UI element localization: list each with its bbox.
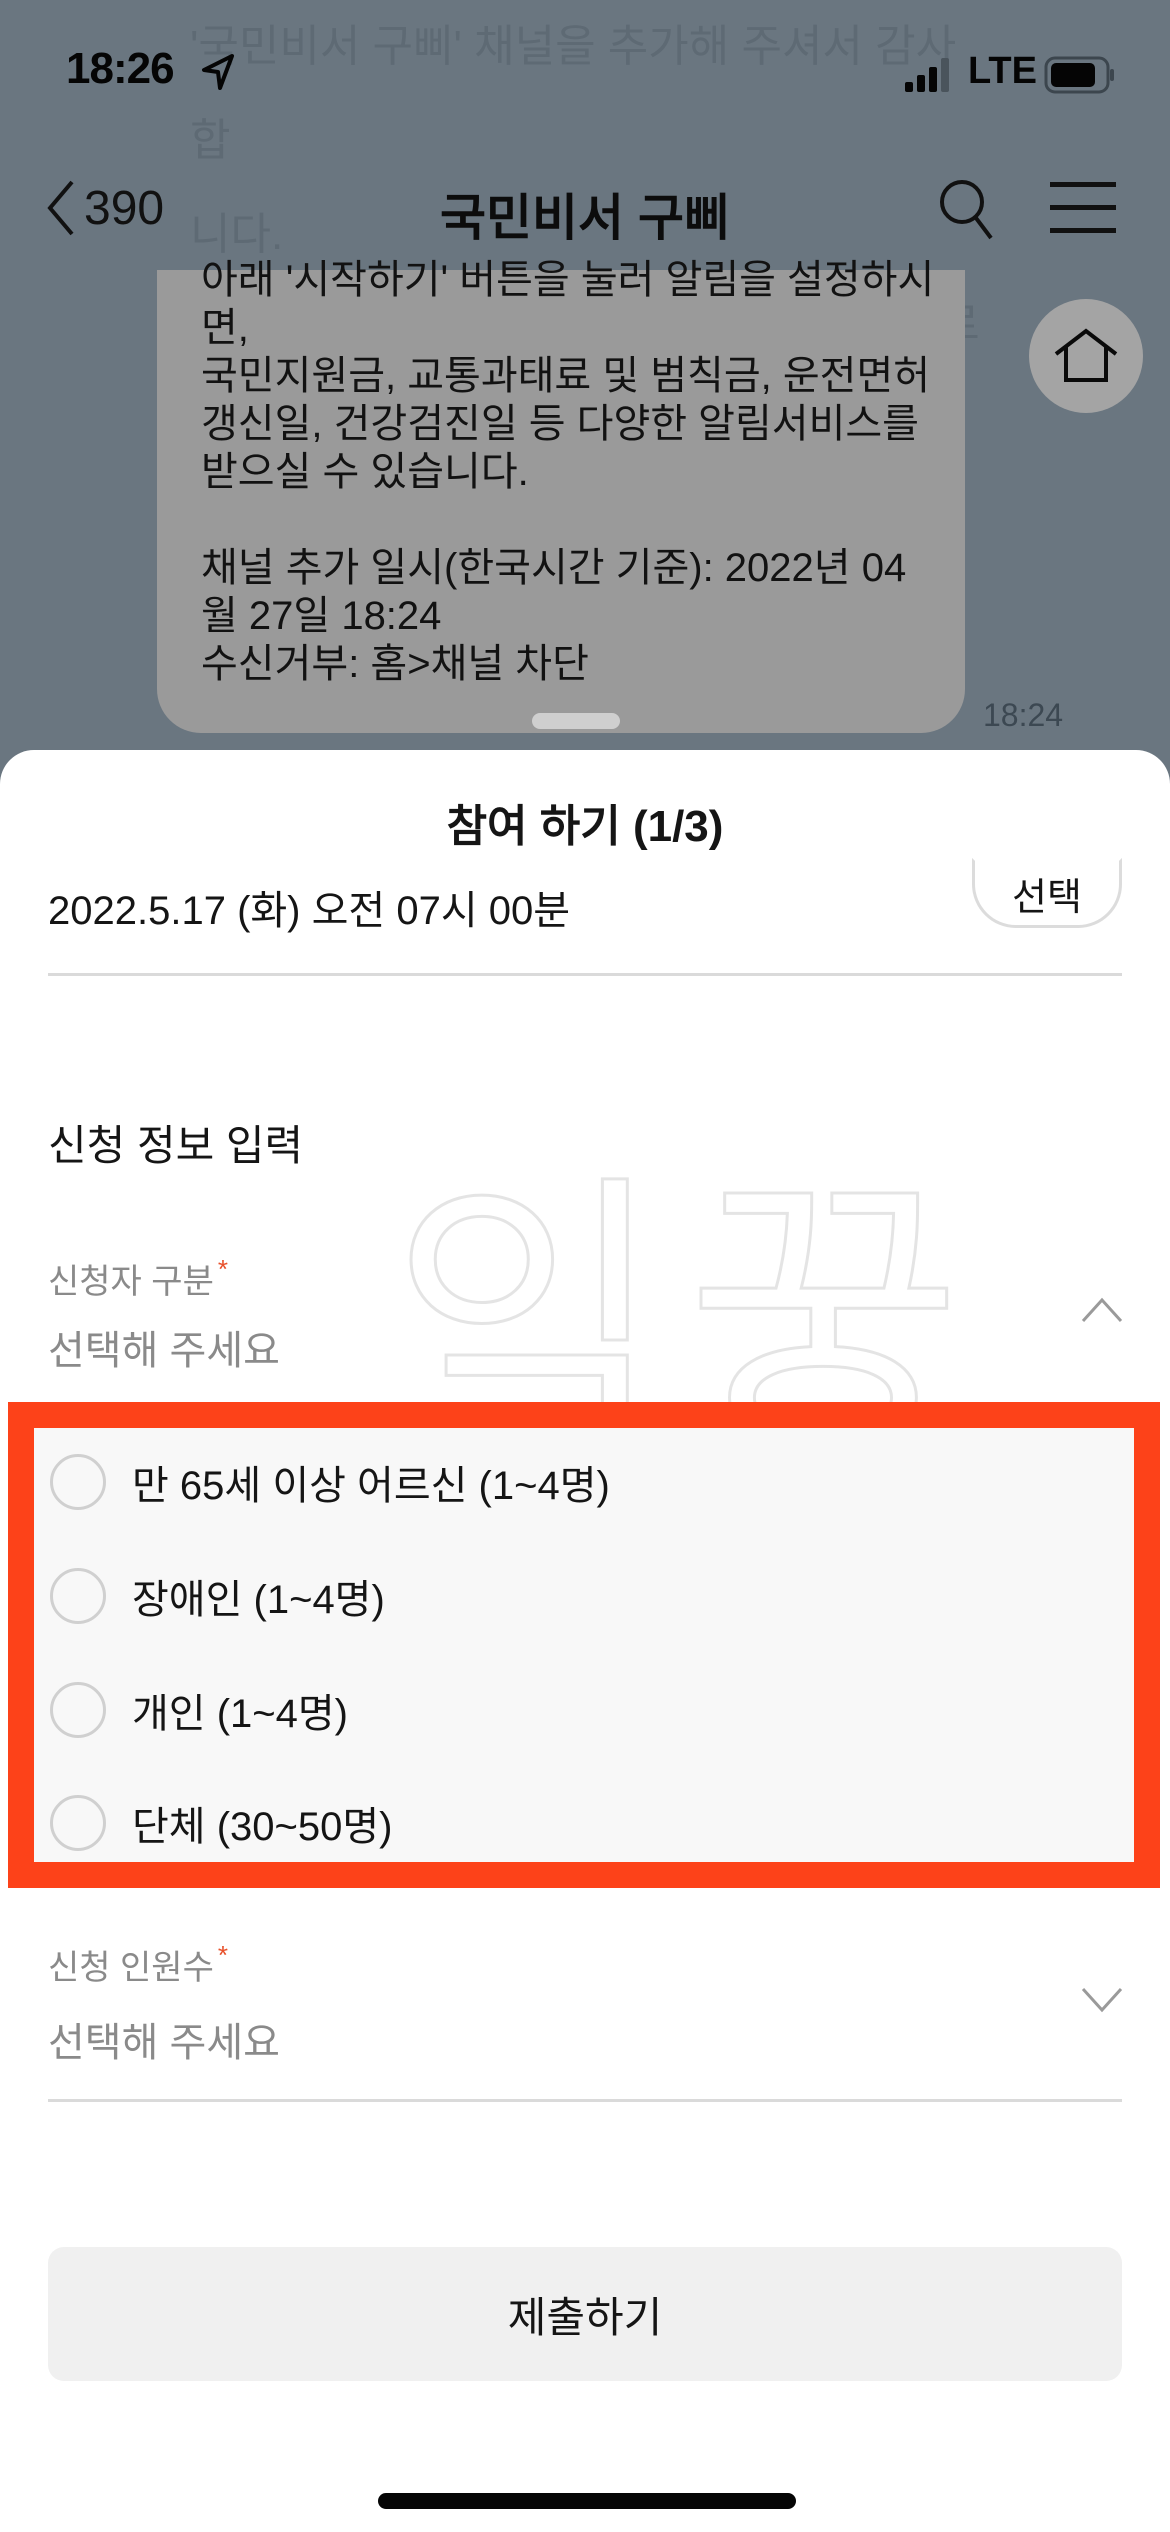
option-individual[interactable]: 개인 (1~4명)	[34, 1660, 1134, 1760]
message-line: 채널 추가 일시(한국시간 기준): 2022년 04	[201, 546, 907, 590]
option-label: 만 65세 이상 어르신 (1~4명)	[132, 1464, 610, 1508]
required-mark: *	[217, 1940, 228, 1970]
message-line: 면,	[201, 306, 249, 350]
message-timestamp: 18:24	[983, 697, 1064, 733]
option-label: 장애인 (1~4명)	[132, 1578, 385, 1622]
label-text: 신청자 구분	[48, 1263, 214, 1301]
radio-button[interactable]	[50, 1795, 106, 1851]
applicant-type-dropdown[interactable]: 선택해 주세요	[48, 1318, 280, 1376]
sheet-title: 참여 하기 (1/3)	[446, 802, 724, 851]
chat-message-bubble: 아래 '시작하기' 버튼을 눌러 알림을 설정하시 면, 국민지원금, 교통과태…	[157, 258, 965, 733]
battery-icon	[1044, 56, 1114, 94]
option-label: 단체 (30~50명)	[132, 1805, 393, 1849]
chevron-up-icon[interactable]	[1080, 1295, 1124, 1325]
label-text: 신청 인원수	[48, 1949, 214, 1987]
participation-sheet: 참여 하기 (1/3) 2022.5.17 (화) 오전 07시 00분 선택 …	[0, 750, 1170, 2532]
nav-bar: 390 국민비서 구삐	[0, 160, 1170, 260]
option-senior[interactable]: 만 65세 이상 어르신 (1~4명)	[34, 1432, 1134, 1532]
sheet-drag-handle[interactable]	[532, 713, 620, 729]
location-arrow-icon	[202, 54, 234, 90]
message-line: 수신거부: 홈>채널 차단	[201, 642, 589, 686]
network-type: LTE	[968, 50, 1037, 92]
applicant-type-label: 신청자 구분 *	[48, 1254, 228, 1303]
chevron-down-icon[interactable]	[1080, 1985, 1124, 2015]
message-line: 갱신일, 건강검진일 등 다양한 알림서비스를	[201, 402, 919, 446]
option-label: 개인 (1~4명)	[132, 1692, 349, 1736]
home-indicator	[378, 2493, 796, 2509]
message-line: 월 27일 18:24	[201, 594, 442, 638]
search-icon[interactable]	[935, 174, 997, 244]
radio-button[interactable]	[50, 1682, 106, 1738]
home-button[interactable]	[1029, 299, 1143, 413]
option-group[interactable]: 단체 (30~50명)	[34, 1773, 1134, 1873]
status-time: 18:26	[66, 44, 175, 93]
radio-button[interactable]	[50, 1454, 106, 1510]
applicant-type-options: 만 65세 이상 어르신 (1~4명) 장애인 (1~4명) 개인 (1~4명)…	[34, 1428, 1134, 1862]
cellular-signal-icon	[905, 58, 949, 92]
section-title: 신청 정보 입력	[48, 1122, 304, 1169]
selected-date: 2022.5.17 (화) 오전 07시 00분	[48, 889, 571, 933]
message-line: 국민지원금, 교통과태료 및 범칙금, 운전면허	[201, 354, 931, 398]
status-bar: 18:26 LTE	[0, 0, 1170, 130]
select-date-button[interactable]: 선택	[972, 858, 1122, 928]
home-icon	[1054, 328, 1118, 382]
required-mark: *	[217, 1254, 228, 1284]
option-disabled[interactable]: 장애인 (1~4명)	[34, 1546, 1134, 1646]
divider	[48, 2099, 1122, 2102]
headcount-dropdown[interactable]: 선택해 주세요	[48, 2010, 280, 2068]
headcount-label: 신청 인원수 *	[48, 1940, 228, 1989]
submit-button[interactable]: 제출하기	[48, 2247, 1122, 2381]
divider	[48, 973, 1122, 976]
radio-button[interactable]	[50, 1568, 106, 1624]
menu-icon[interactable]	[1050, 182, 1116, 234]
message-line: 받으실 수 있습니다.	[201, 450, 529, 494]
message-line: 아래 '시작하기' 버튼을 눌러 알림을 설정하시	[201, 258, 935, 302]
